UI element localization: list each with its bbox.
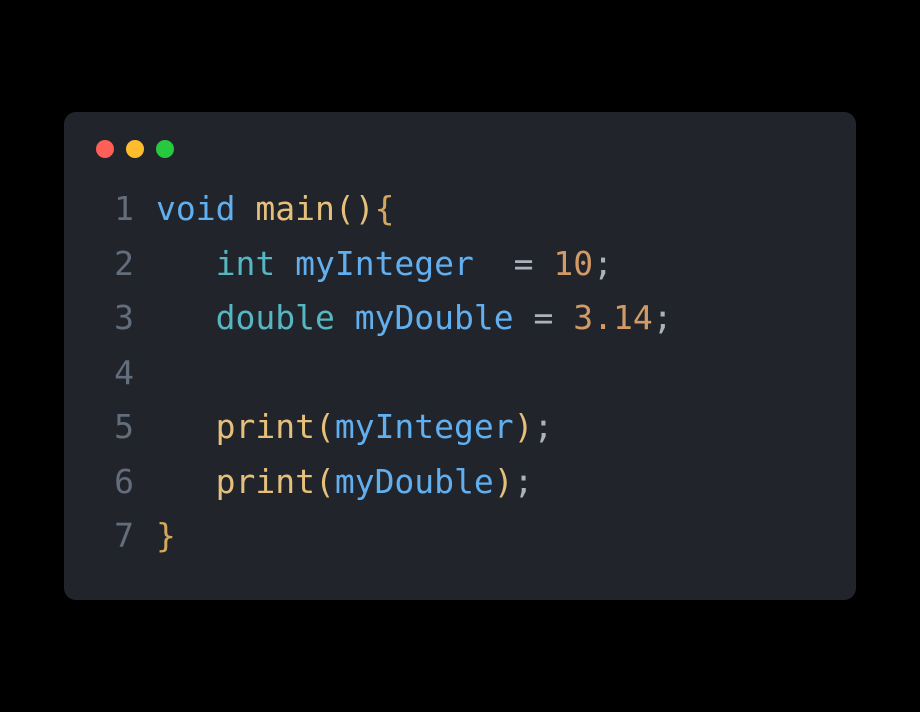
equals-operator: = <box>514 244 534 283</box>
window-titlebar <box>96 140 824 158</box>
line-number: 5 <box>96 400 134 454</box>
line-number: 2 <box>96 237 134 291</box>
maximize-icon[interactable] <box>156 140 174 158</box>
number-literal: 3.14 <box>573 298 652 337</box>
code-line: 1 void main(){ <box>96 182 824 236</box>
minimize-icon[interactable] <box>126 140 144 158</box>
open-brace: { <box>375 189 395 228</box>
semicolon: ; <box>534 407 554 446</box>
variable: myDouble <box>335 462 494 501</box>
code-line: 6 print(myDouble); <box>96 455 824 509</box>
equals-operator: = <box>534 298 554 337</box>
function-name: main <box>255 189 334 228</box>
code-content: print(myDouble); <box>156 455 534 509</box>
close-paren: ) <box>494 462 514 501</box>
line-number: 3 <box>96 291 134 345</box>
line-number: 6 <box>96 455 134 509</box>
variable: myInteger <box>295 244 474 283</box>
semicolon: ; <box>514 462 534 501</box>
code-line: 2 int myInteger = 10; <box>96 237 824 291</box>
type-int: int <box>216 244 276 283</box>
code-block: 1 void main(){ 2 int myInteger = 10; 3 d… <box>96 182 824 563</box>
variable: myDouble <box>355 298 514 337</box>
type-double: double <box>216 298 335 337</box>
close-brace: } <box>156 516 176 555</box>
open-paren: ( <box>315 462 335 501</box>
close-paren: ) <box>514 407 534 446</box>
variable: myInteger <box>335 407 514 446</box>
close-icon[interactable] <box>96 140 114 158</box>
code-content: } <box>156 509 176 563</box>
function-call: print <box>216 407 315 446</box>
code-line: 3 double myDouble = 3.14; <box>96 291 824 345</box>
number-literal: 10 <box>553 244 593 283</box>
code-line: 7 } <box>96 509 824 563</box>
code-content: double myDouble = 3.14; <box>156 291 673 345</box>
semicolon: ; <box>653 298 673 337</box>
keyword-void: void <box>156 189 235 228</box>
open-paren: ( <box>315 407 335 446</box>
line-number: 4 <box>96 346 134 400</box>
code-content: void main(){ <box>156 182 394 236</box>
code-editor-window: 1 void main(){ 2 int myInteger = 10; 3 d… <box>64 112 856 599</box>
code-line: 4 <box>96 346 824 400</box>
function-call: print <box>216 462 315 501</box>
code-line: 5 print(myInteger); <box>96 400 824 454</box>
parens: () <box>335 189 375 228</box>
code-content: print(myInteger); <box>156 400 553 454</box>
code-content: int myInteger = 10; <box>156 237 613 291</box>
semicolon: ; <box>593 244 613 283</box>
line-number: 1 <box>96 182 134 236</box>
code-content <box>156 346 176 400</box>
line-number: 7 <box>96 509 134 563</box>
